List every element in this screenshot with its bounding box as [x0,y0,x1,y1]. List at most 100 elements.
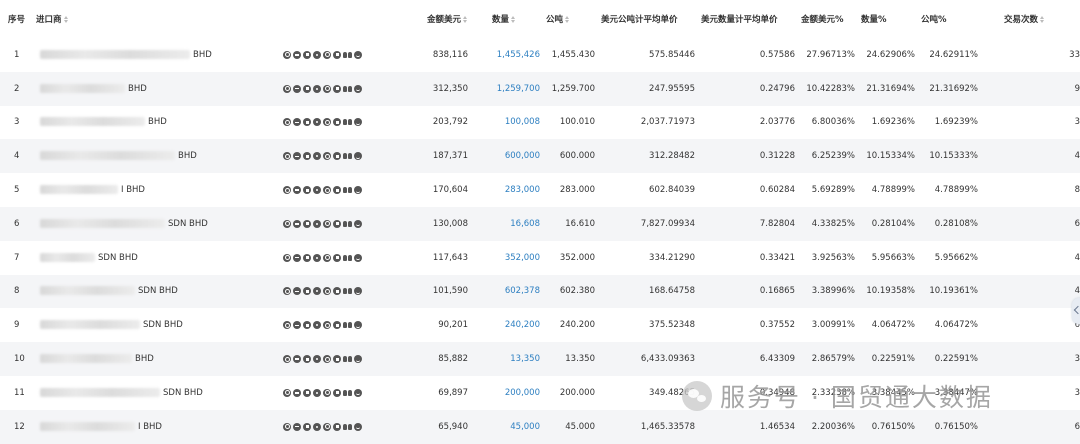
face-icon[interactable] [354,152,362,161]
badge-icon[interactable] [303,388,311,397]
globe-icon[interactable] [323,50,331,59]
globe-icon[interactable] [323,152,331,161]
chat-icon[interactable] [333,152,341,161]
header-ton-pct[interactable]: 公吨% [921,0,984,38]
table-row[interactable]: 1 BHD 838,116 1,455,426 1,455.430 575.85446 0.… [0,38,1080,72]
importer-name[interactable]: BHD [40,117,167,127]
badge-icon[interactable] [303,355,311,364]
header-amount-usd[interactable]: 金额美元 [366,0,474,38]
globe-icon[interactable] [323,388,331,397]
table-row[interactable]: 7 SDN BHD 117,643 352,000 352.000 334.21290 0.… [0,240,1080,275]
cell-quantity-link[interactable]: 1,455,426 [474,38,546,72]
cell-importer[interactable]: SDN BHD [36,274,366,309]
header-quantity[interactable]: 数量 [474,0,546,38]
people-icon[interactable] [343,152,352,160]
cell-quantity-link[interactable]: 352,000 [474,240,546,275]
face-icon[interactable] [354,84,362,93]
plus-circle-icon[interactable] [293,186,301,195]
plus-circle-icon[interactable] [293,253,301,262]
shield-icon[interactable] [313,253,321,262]
chat-icon[interactable] [333,84,341,93]
plus-circle-icon[interactable] [293,388,301,397]
chat-icon[interactable] [333,321,341,330]
people-icon[interactable] [343,220,352,228]
cell-quantity-link[interactable]: 1,259,700 [474,71,546,106]
cell-quantity-link[interactable]: 240,200 [474,308,546,343]
header-qty-pct[interactable]: 数量% [861,0,921,38]
badge-icon[interactable] [303,422,311,431]
plus-circle-icon[interactable] [293,50,301,59]
cell-importer[interactable]: BHD [36,71,366,106]
plus-circle-icon[interactable] [293,287,301,296]
sort-icon[interactable] [463,15,468,24]
cell-quantity-link[interactable]: 602,378 [474,274,546,309]
importer-name[interactable]: SDN BHD [40,286,178,296]
sort-icon[interactable] [63,15,69,24]
globe-icon[interactable] [323,253,331,262]
globe-icon[interactable] [323,422,331,431]
badge-icon[interactable] [303,50,311,59]
people-icon[interactable] [343,321,352,329]
plus-circle-icon[interactable] [293,355,301,364]
people-icon[interactable] [343,51,352,59]
sort-icon[interactable] [565,15,570,24]
shield-icon[interactable] [313,186,321,195]
badge-icon[interactable] [303,118,311,127]
cell-importer[interactable]: SDN BHD [36,375,366,410]
cell-importer[interactable]: SDN BHD [36,206,366,241]
table-row[interactable]: 6 SDN BHD 130,008 16,608 16.610 7,827.09934 7.… [0,206,1080,241]
compass-icon[interactable] [283,152,291,161]
badge-icon[interactable] [303,84,311,93]
compass-icon[interactable] [283,422,291,431]
badge-icon[interactable] [303,287,311,296]
face-icon[interactable] [354,422,362,431]
cell-importer[interactable]: SDN BHD [36,308,366,343]
face-icon[interactable] [354,50,362,59]
header-usd-per-qty[interactable]: 美元数量计平均单价 [701,0,801,38]
face-icon[interactable] [354,186,362,195]
compass-icon[interactable] [283,186,291,195]
cell-importer[interactable]: I BHD [36,173,366,207]
chat-icon[interactable] [333,422,341,431]
people-icon[interactable] [343,389,352,397]
plus-circle-icon[interactable] [293,321,301,330]
importer-name[interactable]: SDN BHD [40,218,208,229]
face-icon[interactable] [354,355,362,364]
globe-icon[interactable] [323,321,331,330]
compass-icon[interactable] [283,84,291,93]
face-icon[interactable] [354,118,362,127]
plus-circle-icon[interactable] [293,84,301,93]
table-row[interactable]: 5 I BHD 170,604 283,000 283.000 602.84039 0.60… [0,173,1080,207]
face-icon[interactable] [354,219,362,228]
people-icon[interactable] [343,423,352,431]
people-icon[interactable] [343,355,352,363]
people-icon[interactable] [343,254,352,262]
badge-icon[interactable] [303,253,311,262]
chat-icon[interactable] [333,50,341,59]
side-expand-button[interactable] [1072,298,1080,324]
cell-quantity-link[interactable]: 45,000 [474,409,546,444]
shield-icon[interactable] [313,388,321,397]
shield-icon[interactable] [313,355,321,364]
cell-importer[interactable]: SDN BHD [36,240,366,275]
face-icon[interactable] [354,287,362,296]
compass-icon[interactable] [283,50,291,59]
globe-icon[interactable] [323,118,331,127]
cell-quantity-link[interactable]: 13,350 [474,342,546,376]
cell-quantity-link[interactable]: 200,000 [474,375,546,410]
shield-icon[interactable] [313,287,321,296]
compass-icon[interactable] [283,253,291,262]
compass-icon[interactable] [283,355,291,364]
chat-icon[interactable] [333,355,341,364]
chat-icon[interactable] [333,219,341,228]
compass-icon[interactable] [283,287,291,296]
table-row[interactable]: 3 BHD 203,792 100,008 100.010 2,037.71973 2.03… [0,105,1080,140]
face-icon[interactable] [354,321,362,330]
header-importer[interactable]: 进口商 [36,0,366,38]
people-icon[interactable] [343,186,352,194]
shield-icon[interactable] [313,50,321,59]
shield-icon[interactable] [313,422,321,431]
cell-quantity-link[interactable]: 100,008 [474,105,546,140]
plus-circle-icon[interactable] [293,219,301,228]
shield-icon[interactable] [313,152,321,161]
